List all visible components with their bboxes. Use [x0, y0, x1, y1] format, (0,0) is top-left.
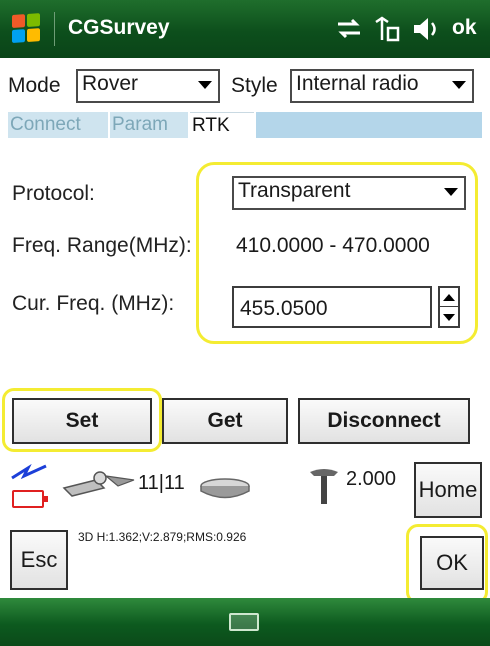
cur-freq-label: Cur. Freq. (MHz):	[12, 292, 175, 315]
mode-label: Mode	[8, 74, 61, 97]
chevron-down-icon	[198, 81, 212, 89]
tab-connect[interactable]: Connect	[8, 112, 108, 138]
tab-strip-background	[256, 112, 482, 138]
title-ok-button[interactable]: ok	[452, 16, 477, 40]
cur-freq-input[interactable]: 455.0500	[232, 286, 432, 328]
battery-tip	[44, 496, 48, 502]
link-icon	[11, 464, 47, 480]
style-value: Internal radio	[296, 72, 419, 95]
gnss-receiver-icon	[200, 478, 250, 499]
title-bar: CGSurvey ok	[0, 0, 490, 58]
set-button[interactable]: Set	[12, 398, 152, 444]
mode-value: Rover	[82, 72, 139, 95]
satellite-count: 11|11	[138, 472, 185, 494]
freq-range-value: 410.0000 - 470.0000	[236, 234, 430, 257]
stepper-up-icon[interactable]	[440, 288, 458, 307]
keyboard-icon[interactable]	[229, 613, 259, 631]
windows-start-icon[interactable]	[12, 13, 42, 45]
precision-status: 3D H:1.362;V:2.879;RMS:0.926	[78, 530, 247, 544]
chevron-down-icon	[452, 81, 466, 89]
tab-param[interactable]: Param	[110, 112, 188, 138]
mode-dropdown[interactable]: Rover	[76, 69, 220, 103]
battery-icon	[12, 490, 44, 508]
signal-icon[interactable]	[372, 14, 402, 44]
ok-button[interactable]: OK	[420, 536, 484, 590]
protocol-label: Protocol:	[12, 182, 95, 205]
esc-button[interactable]: Esc	[10, 530, 68, 590]
protocol-dropdown[interactable]: Transparent	[232, 176, 466, 210]
antenna-height-value: 2.000	[346, 468, 397, 490]
app-title: CGSurvey	[68, 16, 170, 39]
tab-strip: Connect Param RTK	[8, 112, 482, 138]
tab-rtk[interactable]: RTK	[190, 112, 254, 138]
disconnect-button[interactable]: Disconnect	[298, 398, 470, 444]
home-button[interactable]: Home	[414, 462, 482, 518]
freq-range-label: Freq. Range(MHz):	[12, 234, 192, 257]
satellite-icon	[62, 471, 135, 497]
style-label: Style	[231, 74, 278, 97]
cur-freq-value: 455.0500	[240, 297, 328, 320]
stepper-down-icon[interactable]	[440, 308, 458, 327]
speaker-icon[interactable]	[410, 14, 440, 44]
freq-stepper[interactable]	[438, 286, 460, 328]
protocol-value: Transparent	[238, 179, 351, 202]
style-dropdown[interactable]: Internal radio	[290, 69, 474, 103]
title-separator	[54, 12, 55, 46]
antenna-pole-icon	[310, 469, 338, 504]
get-button[interactable]: Get	[162, 398, 288, 444]
chevron-down-icon	[444, 188, 458, 196]
connectivity-icon[interactable]	[334, 14, 364, 44]
